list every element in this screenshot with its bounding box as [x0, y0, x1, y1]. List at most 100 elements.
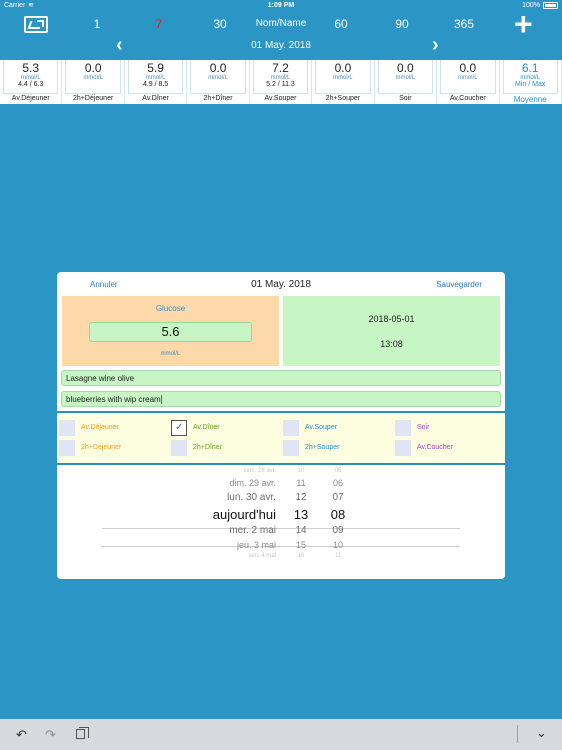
- meal-option[interactable]: 2h+Dîner: [171, 440, 271, 458]
- paste-icon[interactable]: [76, 727, 89, 739]
- keyboard-toolbar: ↶ ↷ ⌄: [0, 719, 562, 750]
- note-field-2[interactable]: blueberries with wip cream: [61, 391, 501, 407]
- meal-label: Av.Déjeuner: [81, 424, 119, 431]
- stat-label: Moyenne: [513, 95, 547, 104]
- meal-label: 2h+Déjeuner: [81, 444, 122, 451]
- stat-label: 2h+Souper: [325, 95, 361, 102]
- checkbox[interactable]: [59, 420, 75, 436]
- stat-box: [315, 60, 371, 94]
- note-text-2: blueberries with wip cream: [66, 395, 161, 404]
- meal-option[interactable]: 2h+Souper: [283, 440, 383, 458]
- entry-dialog: Annuler 01 May. 2018 Sauvegarder Glucose…: [57, 272, 505, 579]
- stat-box: [190, 60, 246, 94]
- picker-selection-top: [102, 528, 460, 529]
- meal-label: Av.Dîner: [193, 424, 220, 431]
- stat-label: Av.Dîner: [142, 95, 169, 102]
- stat-cell[interactable]: 5.9 mmol/L 4.9 / 8.5 Av.Dîner: [125, 60, 188, 104]
- picker-selection-bottom: [102, 546, 460, 547]
- glucose-unit: mmol/L: [160, 351, 181, 357]
- undo-icon[interactable]: ↶: [16, 727, 27, 743]
- picker-minute: 07: [332, 492, 344, 503]
- entry-time: 13:08: [380, 339, 403, 349]
- meal-label: Av.Souper: [305, 424, 338, 431]
- picker-hour: 14: [295, 525, 307, 536]
- next-day-icon[interactable]: ›: [432, 34, 439, 57]
- meal-option[interactable]: Av.Déjeuner: [59, 420, 159, 438]
- picker-day: sam. 28 avr.: [243, 468, 276, 474]
- stat-box: [252, 60, 309, 94]
- stat-label: Soir: [399, 95, 412, 102]
- stat-label: Av.Coucher: [449, 95, 486, 102]
- meal-option[interactable]: Av.Dîner: [171, 420, 271, 438]
- stat-cell[interactable]: 6.1 mmol/L Min / Max Moyenne: [500, 60, 562, 104]
- stat-cell[interactable]: 0.0 mmol/L Av.Coucher: [437, 60, 500, 104]
- picker-minute: 11: [334, 553, 342, 559]
- stat-cell[interactable]: 7.2 mmol/L 5.2 / 11.3 Av.Souper: [250, 60, 313, 104]
- hide-keyboard-icon[interactable]: ⌄: [536, 725, 547, 741]
- chart-icon[interactable]: [24, 16, 48, 33]
- stat-label: Av.Déjeuner: [11, 95, 50, 102]
- glucose-label: Glucose: [155, 304, 186, 313]
- stat-cell[interactable]: 5.3 mmol/L 4.4 / 6.3 Av.Déjeuner: [0, 60, 63, 104]
- period-name-button[interactable]: Nom/Name: [246, 18, 316, 29]
- picker-minute: 05: [334, 468, 342, 474]
- picker-day: ven. 4 mai: [248, 553, 276, 559]
- entry-date: 2018-05-01: [368, 314, 415, 324]
- meal-label: Soir: [417, 424, 430, 431]
- stat-cell[interactable]: 0.0 mmol/L 2h+Souper: [312, 60, 375, 104]
- status-bar: Carrier ≋ 1:09 PM 100%: [0, 0, 562, 12]
- checkbox[interactable]: [171, 440, 187, 456]
- current-date: 01 May. 2018: [251, 40, 311, 51]
- stat-box: [502, 60, 558, 94]
- meal-label: 2h+Souper: [305, 444, 340, 451]
- battery-icon: [543, 2, 558, 9]
- picker-day: mer. 2 mai: [229, 525, 276, 536]
- period-7-button[interactable]: 7: [134, 17, 184, 31]
- divider: [57, 411, 505, 413]
- datetime-panel[interactable]: 2018-05-01 13:08: [283, 296, 500, 366]
- save-button[interactable]: Sauvegarder: [436, 280, 482, 289]
- checkbox[interactable]: [59, 440, 75, 456]
- stat-label: 2h+Déjeuner: [73, 95, 114, 102]
- meal-option[interactable]: Av.Souper: [283, 420, 383, 438]
- clock: 1:09 PM: [267, 2, 295, 9]
- picker-hour: 11: [296, 478, 306, 488]
- checkbox[interactable]: [395, 440, 411, 456]
- meal-option[interactable]: Soir: [395, 420, 495, 438]
- picker-minute: 09: [332, 525, 344, 536]
- checkbox[interactable]: [283, 420, 299, 436]
- period-60-button[interactable]: 60: [316, 17, 366, 31]
- checkbox[interactable]: [171, 420, 187, 436]
- picker-day: dim. 29 avr.: [229, 478, 276, 488]
- redo-icon[interactable]: ↷: [45, 727, 56, 743]
- stat-cell[interactable]: 0.0 mmol/L 2h+Déjeuner: [62, 60, 125, 104]
- stat-label: 2h+Dîner: [203, 95, 233, 102]
- period-90-button[interactable]: 90: [377, 17, 427, 31]
- picker-hour: 13: [293, 507, 309, 522]
- period-1-button[interactable]: 1: [72, 17, 122, 31]
- checkbox[interactable]: [283, 440, 299, 456]
- picker-minute: 10: [332, 540, 343, 550]
- top-navigation: 1 7 30 Nom/Name 60 90 365 + ‹ 01 May. 20…: [0, 8, 562, 60]
- stat-cell[interactable]: 0.0 mmol/L Soir: [375, 60, 438, 104]
- stat-cell[interactable]: 0.0 mmol/L 2h+Dîner: [187, 60, 250, 104]
- picker-minute: 08: [330, 507, 346, 522]
- stat-box: [440, 60, 496, 94]
- meal-selector: Av.Déjeuner Av.Dîner Av.Souper Soir 2h+Déjeu…: [57, 415, 505, 463]
- checkbox[interactable]: [395, 420, 411, 436]
- glucose-input[interactable]: 5.6: [89, 322, 252, 342]
- picker-hour: 15: [295, 540, 306, 550]
- meal-label: Av.Coucher: [417, 444, 453, 451]
- period-30-button[interactable]: 30: [195, 17, 245, 31]
- picker-day: aujourd'hui: [212, 507, 276, 522]
- add-entry-icon[interactable]: +: [514, 8, 533, 40]
- date-time-picker[interactable]: sam. 28 avr. 10 05 dim. 29 avr. 11 06 lun. 30 …: [57, 465, 505, 579]
- picker-day: jeu. 3 mai: [236, 540, 276, 550]
- meal-option[interactable]: 2h+Déjeuner: [59, 440, 159, 458]
- note-field-1[interactable]: Lasagne wine olive: [61, 370, 501, 386]
- stat-label: Av.Souper: [264, 95, 297, 102]
- meal-label: 2h+Dîner: [193, 444, 222, 451]
- meal-option[interactable]: Av.Coucher: [395, 440, 495, 458]
- period-365-button[interactable]: 365: [439, 17, 489, 31]
- stat-box: [377, 60, 434, 94]
